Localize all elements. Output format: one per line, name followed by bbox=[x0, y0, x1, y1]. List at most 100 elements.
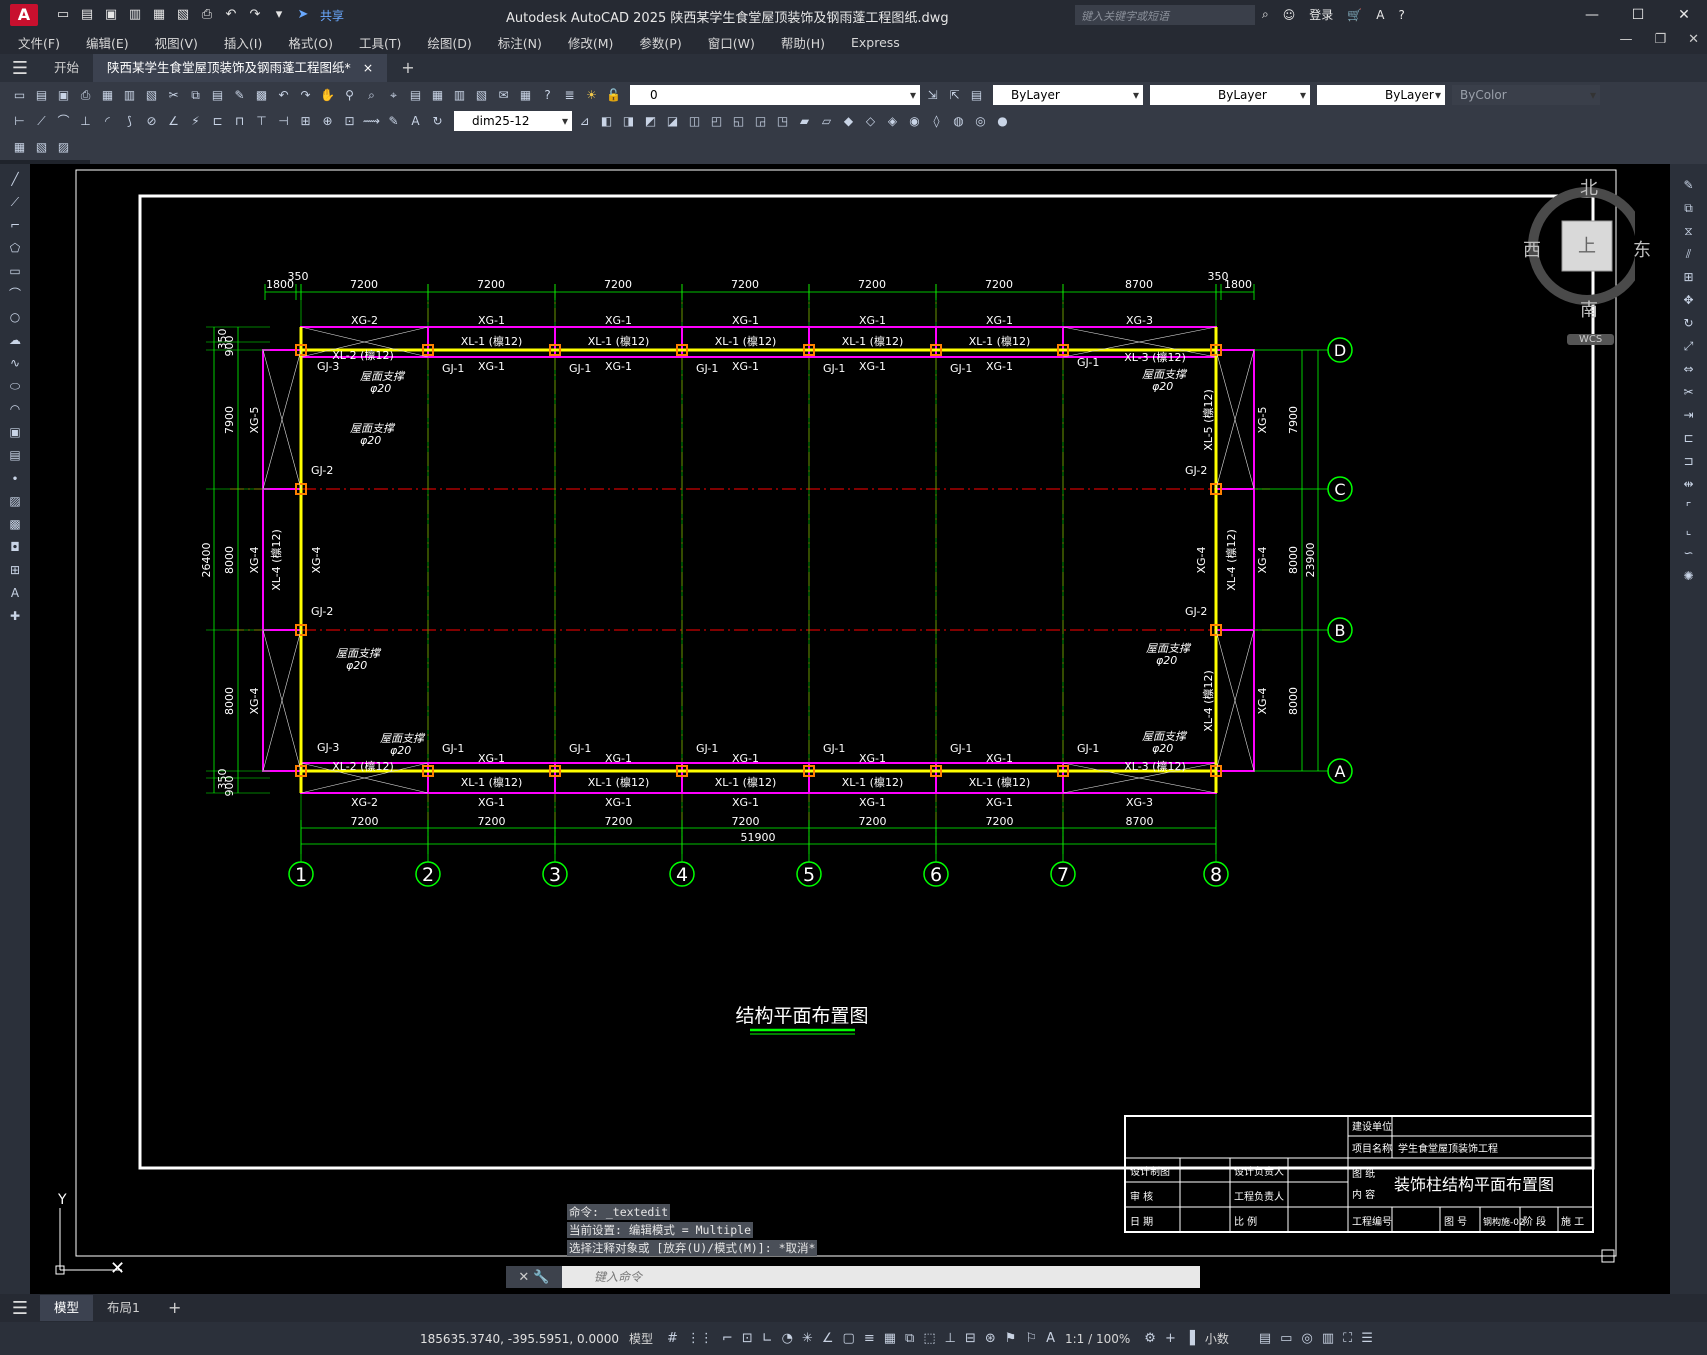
section-icon[interactable]: ◊ bbox=[927, 112, 946, 131]
gradient-icon[interactable]: ▩ bbox=[6, 515, 25, 534]
ordinate-icon[interactable]: ⊥ bbox=[76, 112, 95, 131]
new-layout-icon[interactable]: ▦ bbox=[10, 138, 29, 157]
graphics-perf-icon[interactable]: ▥ bbox=[1322, 1331, 1334, 1346]
autocad-logo[interactable]: A bbox=[10, 4, 38, 26]
arc-icon[interactable]: ⌒ bbox=[6, 285, 25, 304]
open-icon[interactable]: ▤ bbox=[32, 86, 51, 105]
slice-icon[interactable]: ◉ bbox=[905, 112, 924, 131]
3d-cylinder-icon[interactable]: ◫ bbox=[685, 112, 704, 131]
subtract-icon[interactable]: ◇ bbox=[861, 112, 880, 131]
layer-state-icon[interactable]: ▤ bbox=[967, 86, 986, 105]
break-icon[interactable]: ⊣ bbox=[274, 112, 293, 131]
extrude-icon[interactable]: ◲ bbox=[751, 112, 770, 131]
erase-icon[interactable]: ✎ bbox=[1679, 176, 1698, 195]
cart-icon[interactable]: 🛒 bbox=[1347, 8, 1362, 22]
insert-block-icon[interactable]: ▣ bbox=[6, 423, 25, 442]
inspect-icon[interactable]: ⊡ bbox=[340, 112, 359, 131]
annotation-monitor-icon[interactable]: + bbox=[1165, 1331, 1176, 1346]
mirror-icon[interactable]: ⧖ bbox=[1679, 222, 1698, 241]
print-preview-icon[interactable]: ▧ bbox=[174, 7, 192, 23]
line-icon[interactable]: ╱ bbox=[6, 170, 25, 189]
ortho-icon[interactable]: ∟ bbox=[762, 1331, 773, 1346]
menu-dimension[interactable]: 标注(N) bbox=[498, 33, 542, 52]
hatch-icon[interactable]: ▨ bbox=[6, 492, 25, 511]
jogged-linear-icon[interactable]: ⟿ bbox=[362, 112, 381, 131]
menu-draw[interactable]: 绘图(D) bbox=[427, 33, 471, 52]
paste-icon[interactable]: ▤ bbox=[208, 86, 227, 105]
zoom-realtime-icon[interactable]: ⚲ bbox=[340, 86, 359, 105]
rectangle-icon[interactable]: ▭ bbox=[6, 262, 25, 281]
view-cube[interactable]: 北 南 东 西 上 WCS bbox=[1495, 174, 1651, 345]
view-cube-top[interactable]: 上 bbox=[1578, 232, 1596, 258]
union-icon[interactable]: ◆ bbox=[839, 112, 858, 131]
annotation-visibility-icon[interactable]: ⚑ bbox=[1005, 1331, 1017, 1346]
share-icon[interactable]: ➤ bbox=[294, 7, 312, 23]
array-icon[interactable]: ⊞ bbox=[1679, 268, 1698, 287]
polyline-icon[interactable]: ⌐ bbox=[6, 216, 25, 235]
menu-modify[interactable]: 修改(M) bbox=[568, 33, 614, 52]
match-prop-icon[interactable]: ✎ bbox=[230, 86, 249, 105]
clean-screen-icon[interactable]: ⛶ bbox=[1343, 1331, 1352, 1346]
blend-icon[interactable]: ∽ bbox=[1679, 544, 1698, 563]
move-icon[interactable]: ✥ bbox=[1679, 291, 1698, 310]
search-icon[interactable]: ⌕ bbox=[1262, 7, 1269, 22]
baseline-icon[interactable]: ⊏ bbox=[208, 112, 227, 131]
tab-start[interactable]: 开始 bbox=[40, 54, 93, 82]
3d-wedge-icon[interactable]: ◨ bbox=[619, 112, 638, 131]
zoom-previous-icon[interactable]: ⌖ bbox=[384, 86, 403, 105]
view-cube-west[interactable]: 西 bbox=[1523, 236, 1541, 262]
intersect-icon[interactable]: ◈ bbox=[883, 112, 902, 131]
stretch-icon[interactable]: ⇔ bbox=[1679, 360, 1698, 379]
sheetset-icon[interactable]: ▧ bbox=[472, 86, 491, 105]
gizmo-icon[interactable]: ⊛ bbox=[985, 1331, 996, 1346]
layout-menu-icon[interactable]: ☰ bbox=[0, 1298, 40, 1319]
osnap-tracking-icon[interactable]: ∠ bbox=[822, 1331, 834, 1346]
make-block-icon[interactable]: ▤ bbox=[6, 446, 25, 465]
doc-minimize-button[interactable]: — bbox=[1619, 32, 1632, 47]
sweep-icon[interactable]: ▰ bbox=[795, 112, 814, 131]
menu-insert[interactable]: 插入(I) bbox=[224, 33, 262, 52]
jogged-icon[interactable]: ⟆ bbox=[120, 112, 139, 131]
autodesk-app-icon[interactable]: A bbox=[1376, 8, 1384, 22]
menu-parametric[interactable]: 参数(P) bbox=[639, 33, 681, 52]
revision-cloud-icon[interactable]: ☁ bbox=[6, 331, 25, 350]
polygon-icon[interactable]: ⬠ bbox=[6, 239, 25, 258]
menu-window[interactable]: 窗口(W) bbox=[708, 33, 755, 52]
3d-box-icon[interactable]: ◧ bbox=[597, 112, 616, 131]
explode-icon[interactable]: ✺ bbox=[1679, 567, 1698, 586]
lineweight-icon[interactable]: ≡ bbox=[864, 1331, 875, 1346]
radius-icon[interactable]: ◜ bbox=[98, 112, 117, 131]
add-layout-button[interactable]: + bbox=[154, 1295, 195, 1321]
aligned-dim-icon[interactable]: ⟋ bbox=[32, 112, 51, 131]
undo-icon[interactable]: ↶ bbox=[274, 86, 293, 105]
trim-icon[interactable]: ✂ bbox=[1679, 383, 1698, 402]
layer-previous-icon[interactable]: ⇱ bbox=[945, 86, 964, 105]
menu-format[interactable]: 格式(O) bbox=[288, 33, 333, 52]
save-as-icon[interactable]: ▥ bbox=[126, 7, 144, 23]
add-selected-icon[interactable]: ✚ bbox=[6, 607, 25, 626]
zoom-window-icon[interactable]: ⌕ bbox=[362, 86, 381, 105]
close-window-button[interactable]: ✕ bbox=[1661, 0, 1707, 30]
help-icon[interactable]: ? bbox=[538, 86, 557, 105]
offset-icon[interactable]: ⫽ bbox=[1679, 245, 1698, 264]
customization-icon[interactable]: ☰ bbox=[1361, 1331, 1373, 1346]
minimize-button[interactable]: — bbox=[1569, 0, 1615, 30]
save-icon[interactable]: ▣ bbox=[54, 86, 73, 105]
command-input[interactable]: 键入命令 bbox=[562, 1266, 1200, 1288]
doc-close-button[interactable]: ✕ bbox=[1688, 32, 1699, 47]
print-icon[interactable]: ⎙ bbox=[198, 7, 216, 23]
infer-icon[interactable]: ⌐ bbox=[722, 1331, 733, 1346]
rotate-icon[interactable]: ↻ bbox=[1679, 314, 1698, 333]
dim-update-icon[interactable]: ↻ bbox=[428, 112, 447, 131]
copy-object-icon[interactable]: ⧉ bbox=[1679, 199, 1698, 218]
construction-line-icon[interactable]: ⟋ bbox=[6, 193, 25, 212]
redo-icon[interactable]: ↷ bbox=[246, 7, 264, 23]
dim-style-manager-icon[interactable]: ⊿ bbox=[575, 112, 594, 131]
user-icon[interactable]: ☺ bbox=[1283, 8, 1296, 22]
maximize-button[interactable]: ☐ bbox=[1615, 0, 1661, 30]
calculator-icon[interactable]: ▦ bbox=[516, 86, 535, 105]
color-dropdown[interactable]: ByLayer bbox=[993, 85, 1143, 105]
cut-icon[interactable]: ✂ bbox=[164, 86, 183, 105]
close-cmd-icon[interactable]: ✕ bbox=[518, 1270, 529, 1285]
region-icon[interactable]: ◘ bbox=[6, 538, 25, 557]
